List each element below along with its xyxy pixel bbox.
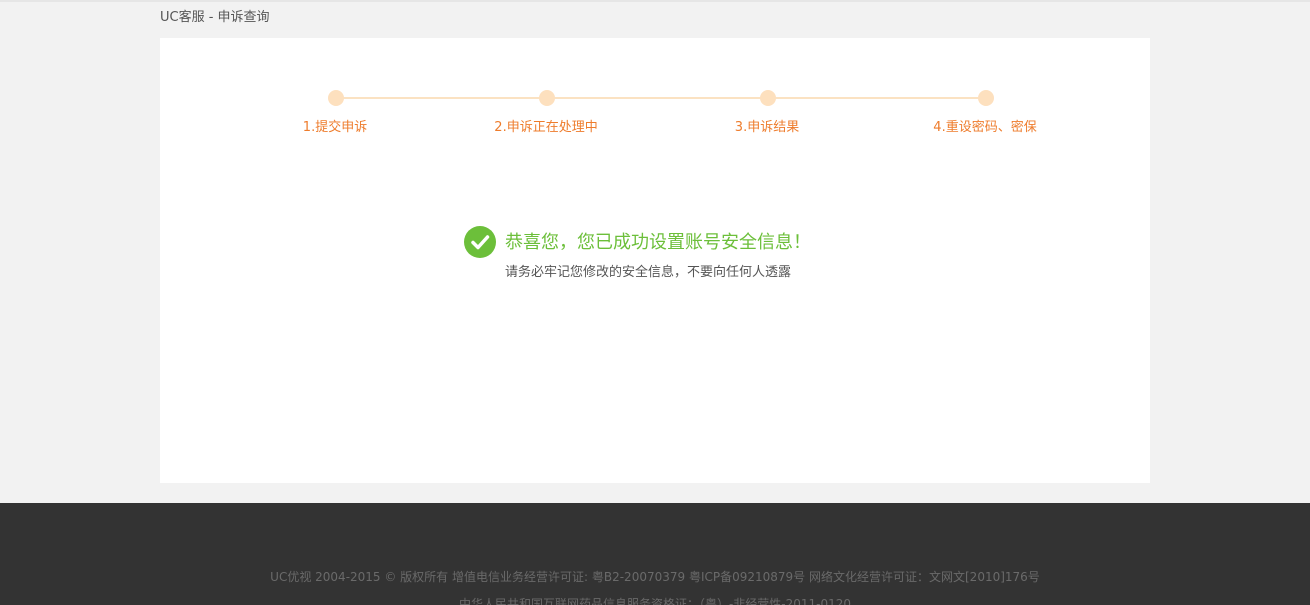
step-3-dot xyxy=(760,90,776,106)
main-panel: 1.提交申诉 2.申诉正在处理中 3.申诉结果 4.重设密码、密保 恭喜您，您已… xyxy=(160,38,1150,483)
success-subtitle: 请务必牢记您修改的安全信息，不要向任何人透露 xyxy=(505,265,792,280)
footer-license: 中华人民共和国互联网药品信息服务资格证：（粤）-非经营性-2011-0120 xyxy=(458,597,852,605)
step-2-label: 2.申诉正在处理中 xyxy=(494,120,598,135)
step-2-dot xyxy=(539,90,555,106)
top-border xyxy=(0,0,1310,2)
progress-line xyxy=(336,97,986,99)
step-1-dot xyxy=(328,90,344,106)
success-title: 恭喜您，您已成功设置账号安全信息！ xyxy=(505,232,811,253)
footer: UC优视 2004-2015 © 版权所有 增值电信业务经营许可证: 粤B2-2… xyxy=(0,503,1310,605)
step-1-label: 1.提交申诉 xyxy=(302,120,368,135)
step-3-label: 3.申诉结果 xyxy=(734,120,800,135)
step-4-dot xyxy=(978,90,994,106)
footer-copyright: UC优视 2004-2015 © 版权所有 增值电信业务经营许可证: 粤B2-2… xyxy=(270,570,1040,584)
breadcrumb: UC客服 - 申诉查询 xyxy=(160,10,270,25)
step-4-label: 4.重设密码、密保 xyxy=(933,120,1037,135)
check-circle-icon xyxy=(464,226,496,258)
